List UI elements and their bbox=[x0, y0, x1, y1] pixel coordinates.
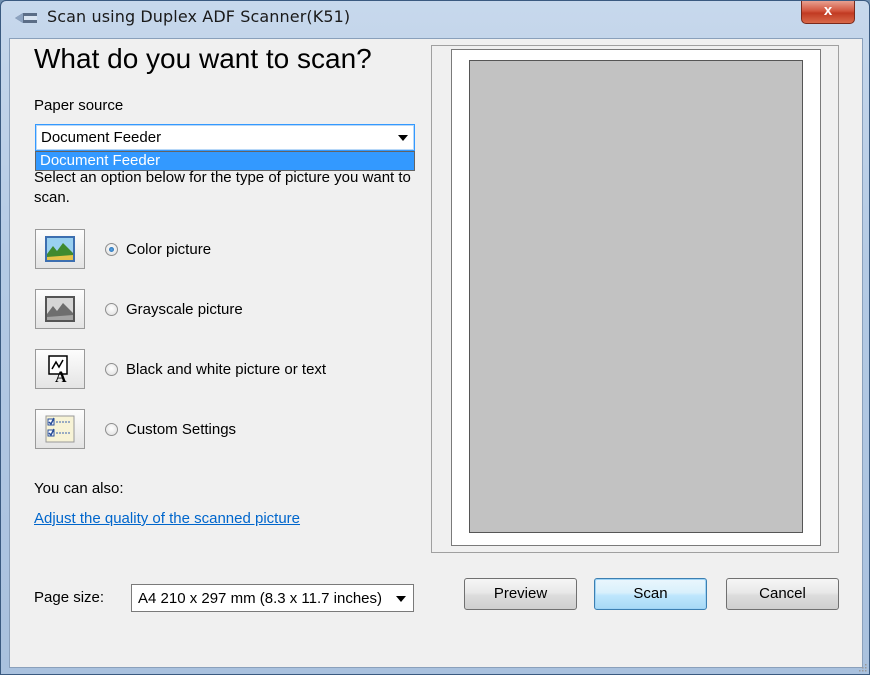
resize-grip-icon[interactable] bbox=[857, 662, 867, 672]
page-size-dropdown[interactable]: A4 210 x 297 mm (8.3 x 11.7 inches) bbox=[131, 584, 414, 612]
preview-page-area[interactable] bbox=[469, 60, 803, 533]
dropdown-option-document-feeder[interactable]: Document Feeder bbox=[36, 152, 414, 170]
page-title: What do you want to scan? bbox=[34, 43, 372, 74]
paper-source-label: Paper source bbox=[34, 97, 124, 114]
window-title: Scan using Duplex ADF Scanner(K51) bbox=[47, 7, 351, 26]
scanner-app-icon bbox=[15, 13, 37, 23]
custom-settings-icon[interactable] bbox=[35, 409, 85, 449]
dropdown-arrow-icon bbox=[398, 135, 408, 141]
paper-source-dropdown[interactable]: Document Feeder bbox=[35, 124, 415, 151]
close-button[interactable]: x bbox=[801, 1, 855, 24]
preview-bed bbox=[451, 49, 821, 546]
color-picture-icon[interactable] bbox=[35, 229, 85, 269]
adjust-quality-link[interactable]: Adjust the quality of the scanned pictur… bbox=[34, 510, 300, 527]
preview-pane bbox=[431, 45, 839, 553]
title-bar[interactable]: Scan using Duplex ADF Scanner(K51) x bbox=[1, 1, 869, 33]
dropdown-arrow-icon bbox=[396, 596, 406, 602]
custom-settings-radio[interactable] bbox=[105, 423, 118, 436]
cancel-button[interactable]: Cancel bbox=[726, 578, 839, 610]
grayscale-picture-icon[interactable] bbox=[35, 289, 85, 329]
bw-picture-text-icon[interactable]: A bbox=[35, 349, 85, 389]
grayscale-picture-radio[interactable] bbox=[105, 303, 118, 316]
page-size-value: A4 210 x 297 mm (8.3 x 11.7 inches) bbox=[138, 590, 383, 607]
scan-type-description: Select an option below for the type of p… bbox=[34, 169, 411, 206]
grayscale-picture-label[interactable]: Grayscale picture bbox=[126, 301, 243, 318]
color-picture-radio[interactable] bbox=[105, 243, 118, 256]
page-size-label: Page size: bbox=[34, 589, 105, 606]
scan-button[interactable]: Scan bbox=[594, 578, 707, 610]
paper-source-dropdown-list: Document Feeder bbox=[35, 151, 415, 171]
color-picture-label[interactable]: Color picture bbox=[126, 241, 211, 258]
paper-source-value: Document Feeder bbox=[41, 129, 162, 146]
svg-text:A: A bbox=[55, 369, 67, 383]
custom-settings-label[interactable]: Custom Settings bbox=[126, 421, 236, 438]
scanner-window: Scan using Duplex ADF Scanner(K51) x Wha… bbox=[0, 0, 870, 675]
you-can-also-label: You can also: bbox=[34, 480, 124, 497]
preview-button[interactable]: Preview bbox=[464, 578, 577, 610]
bw-picture-text-label[interactable]: Black and white picture or text bbox=[126, 361, 326, 378]
bw-picture-text-radio[interactable] bbox=[105, 363, 118, 376]
